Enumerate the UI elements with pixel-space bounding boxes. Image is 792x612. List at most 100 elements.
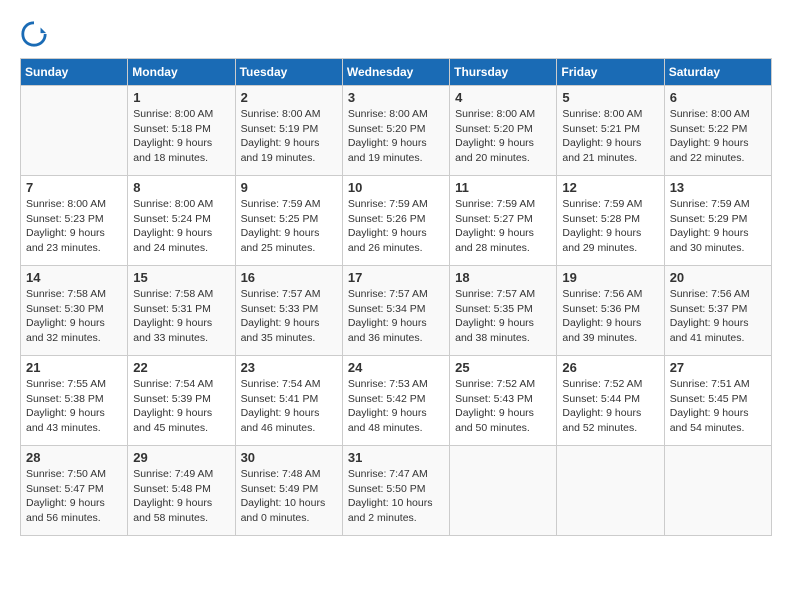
day-info: Sunrise: 8:00 AMSunset: 5:18 PMDaylight:… [133,107,229,166]
day-number: 30 [241,450,337,465]
day-info: Sunrise: 7:59 AMSunset: 5:26 PMDaylight:… [348,197,444,256]
calendar-cell: 5 Sunrise: 8:00 AMSunset: 5:21 PMDaylight… [557,86,664,176]
day-number: 20 [670,270,766,285]
day-number: 13 [670,180,766,195]
day-number: 18 [455,270,551,285]
day-info: Sunrise: 7:52 AMSunset: 5:44 PMDaylight:… [562,377,658,436]
calendar-cell: 12 Sunrise: 7:59 AMSunset: 5:28 PMDayligh… [557,176,664,266]
calendar-week-row: 7 Sunrise: 8:00 AMSunset: 5:23 PMDaylight… [21,176,772,266]
day-info: Sunrise: 7:57 AMSunset: 5:34 PMDaylight:… [348,287,444,346]
col-header-saturday: Saturday [664,59,771,86]
calendar-cell [21,86,128,176]
calendar-cell: 10Sunrise: 7:59 AMSunset: 5:26 PMDayligh… [342,176,449,266]
day-info: Sunrise: 8:00 AMSunset: 5:19 PMDaylight:… [241,107,337,166]
day-info: Sunrise: 8:00 AMSunset: 5:23 PMDaylight:… [26,197,122,256]
calendar-table: SundayMondayTuesdayWednesdayThursdayFrid… [20,58,772,536]
day-info: Sunrise: 8:00 AMSunset: 5:21 PMDaylight:… [562,107,658,166]
col-header-sunday: Sunday [21,59,128,86]
day-info: Sunrise: 7:54 AMSunset: 5:41 PMDaylight:… [241,377,337,436]
calendar-cell [450,446,557,536]
col-header-thursday: Thursday [450,59,557,86]
day-info: Sunrise: 7:59 AMSunset: 5:28 PMDaylight:… [562,197,658,256]
calendar-cell: 8 Sunrise: 8:00 AMSunset: 5:24 PMDaylight… [128,176,235,266]
calendar-cell: 1 Sunrise: 8:00 AMSunset: 5:18 PMDaylight… [128,86,235,176]
logo-icon [20,20,48,48]
calendar-cell: 17 Sunrise: 7:57 AMSunset: 5:34 PMDayligh… [342,266,449,356]
calendar-cell: 21 Sunrise: 7:55 AMSunset: 5:38 PMDayligh… [21,356,128,446]
day-number: 25 [455,360,551,375]
day-number: 14 [26,270,122,285]
col-header-wednesday: Wednesday [342,59,449,86]
day-number: 27 [670,360,766,375]
calendar-cell: 15 Sunrise: 7:58 AMSunset: 5:31 PMDayligh… [128,266,235,356]
day-info: Sunrise: 7:59 AMSunset: 5:25 PMDaylight:… [241,197,337,256]
calendar-cell: 4 Sunrise: 8:00 AMSunset: 5:20 PMDaylight… [450,86,557,176]
day-number: 12 [562,180,658,195]
calendar-cell: 27 Sunrise: 7:51 AMSunset: 5:45 PMDayligh… [664,356,771,446]
day-number: 4 [455,90,551,105]
calendar-week-row: 21 Sunrise: 7:55 AMSunset: 5:38 PMDayligh… [21,356,772,446]
day-info: Sunrise: 7:51 AMSunset: 5:45 PMDaylight:… [670,377,766,436]
day-number: 15 [133,270,229,285]
day-number: 24 [348,360,444,375]
day-number: 19 [562,270,658,285]
day-info: Sunrise: 7:59 AMSunset: 5:27 PMDaylight:… [455,197,551,256]
calendar-cell [557,446,664,536]
day-info: Sunrise: 8:00 AMSunset: 5:20 PMDaylight:… [348,107,444,166]
day-number: 9 [241,180,337,195]
calendar-week-row: 14 Sunrise: 7:58 AMSunset: 5:30 PMDayligh… [21,266,772,356]
day-info: Sunrise: 7:59 AMSunset: 5:29 PMDaylight:… [670,197,766,256]
calendar-cell: 25 Sunrise: 7:52 AMSunset: 5:43 PMDayligh… [450,356,557,446]
calendar-cell: 22 Sunrise: 7:54 AMSunset: 5:39 PMDayligh… [128,356,235,446]
day-info: Sunrise: 7:54 AMSunset: 5:39 PMDaylight:… [133,377,229,436]
calendar-cell: 6 Sunrise: 8:00 AMSunset: 5:22 PMDaylight… [664,86,771,176]
day-info: Sunrise: 7:49 AMSunset: 5:48 PMDaylight:… [133,467,229,526]
day-number: 21 [26,360,122,375]
calendar-cell: 31Sunrise: 7:47 AMSunset: 5:50 PMDayligh… [342,446,449,536]
calendar-cell: 30Sunrise: 7:48 AMSunset: 5:49 PMDayligh… [235,446,342,536]
calendar-cell: 16Sunrise: 7:57 AMSunset: 5:33 PMDayligh… [235,266,342,356]
day-info: Sunrise: 7:58 AMSunset: 5:30 PMDaylight:… [26,287,122,346]
day-number: 28 [26,450,122,465]
day-number: 7 [26,180,122,195]
day-number: 26 [562,360,658,375]
day-number: 17 [348,270,444,285]
calendar-header-row: SundayMondayTuesdayWednesdayThursdayFrid… [21,59,772,86]
day-info: Sunrise: 8:00 AMSunset: 5:24 PMDaylight:… [133,197,229,256]
day-number: 11 [455,180,551,195]
day-number: 16 [241,270,337,285]
calendar-cell: 3 Sunrise: 8:00 AMSunset: 5:20 PMDaylight… [342,86,449,176]
day-info: Sunrise: 7:55 AMSunset: 5:38 PMDaylight:… [26,377,122,436]
day-info: Sunrise: 7:58 AMSunset: 5:31 PMDaylight:… [133,287,229,346]
day-info: Sunrise: 8:00 AMSunset: 5:22 PMDaylight:… [670,107,766,166]
calendar-cell: 20 Sunrise: 7:56 AMSunset: 5:37 PMDayligh… [664,266,771,356]
day-number: 5 [562,90,658,105]
page-header [20,20,772,48]
day-info: Sunrise: 7:52 AMSunset: 5:43 PMDaylight:… [455,377,551,436]
day-number: 29 [133,450,229,465]
day-info: Sunrise: 7:57 AMSunset: 5:35 PMDaylight:… [455,287,551,346]
day-number: 3 [348,90,444,105]
calendar-cell: 9 Sunrise: 7:59 AMSunset: 5:25 PMDaylight… [235,176,342,266]
calendar-cell [664,446,771,536]
day-number: 23 [241,360,337,375]
day-info: Sunrise: 7:53 AMSunset: 5:42 PMDaylight:… [348,377,444,436]
calendar-cell: 2 Sunrise: 8:00 AMSunset: 5:19 PMDaylight… [235,86,342,176]
day-info: Sunrise: 7:56 AMSunset: 5:36 PMDaylight:… [562,287,658,346]
day-number: 1 [133,90,229,105]
day-info: Sunrise: 7:56 AMSunset: 5:37 PMDaylight:… [670,287,766,346]
calendar-cell: 23 Sunrise: 7:54 AMSunset: 5:41 PMDayligh… [235,356,342,446]
day-number: 2 [241,90,337,105]
day-number: 22 [133,360,229,375]
calendar-cell: 19 Sunrise: 7:56 AMSunset: 5:36 PMDayligh… [557,266,664,356]
calendar-cell: 13 Sunrise: 7:59 AMSunset: 5:29 PMDayligh… [664,176,771,266]
day-info: Sunrise: 8:00 AMSunset: 5:20 PMDaylight:… [455,107,551,166]
col-header-monday: Monday [128,59,235,86]
calendar-week-row: 28Sunrise: 7:50 AMSunset: 5:47 PMDayligh… [21,446,772,536]
day-number: 6 [670,90,766,105]
day-number: 8 [133,180,229,195]
day-number: 31 [348,450,444,465]
col-header-friday: Friday [557,59,664,86]
calendar-cell: 24 Sunrise: 7:53 AMSunset: 5:42 PMDayligh… [342,356,449,446]
calendar-cell: 7 Sunrise: 8:00 AMSunset: 5:23 PMDaylight… [21,176,128,266]
